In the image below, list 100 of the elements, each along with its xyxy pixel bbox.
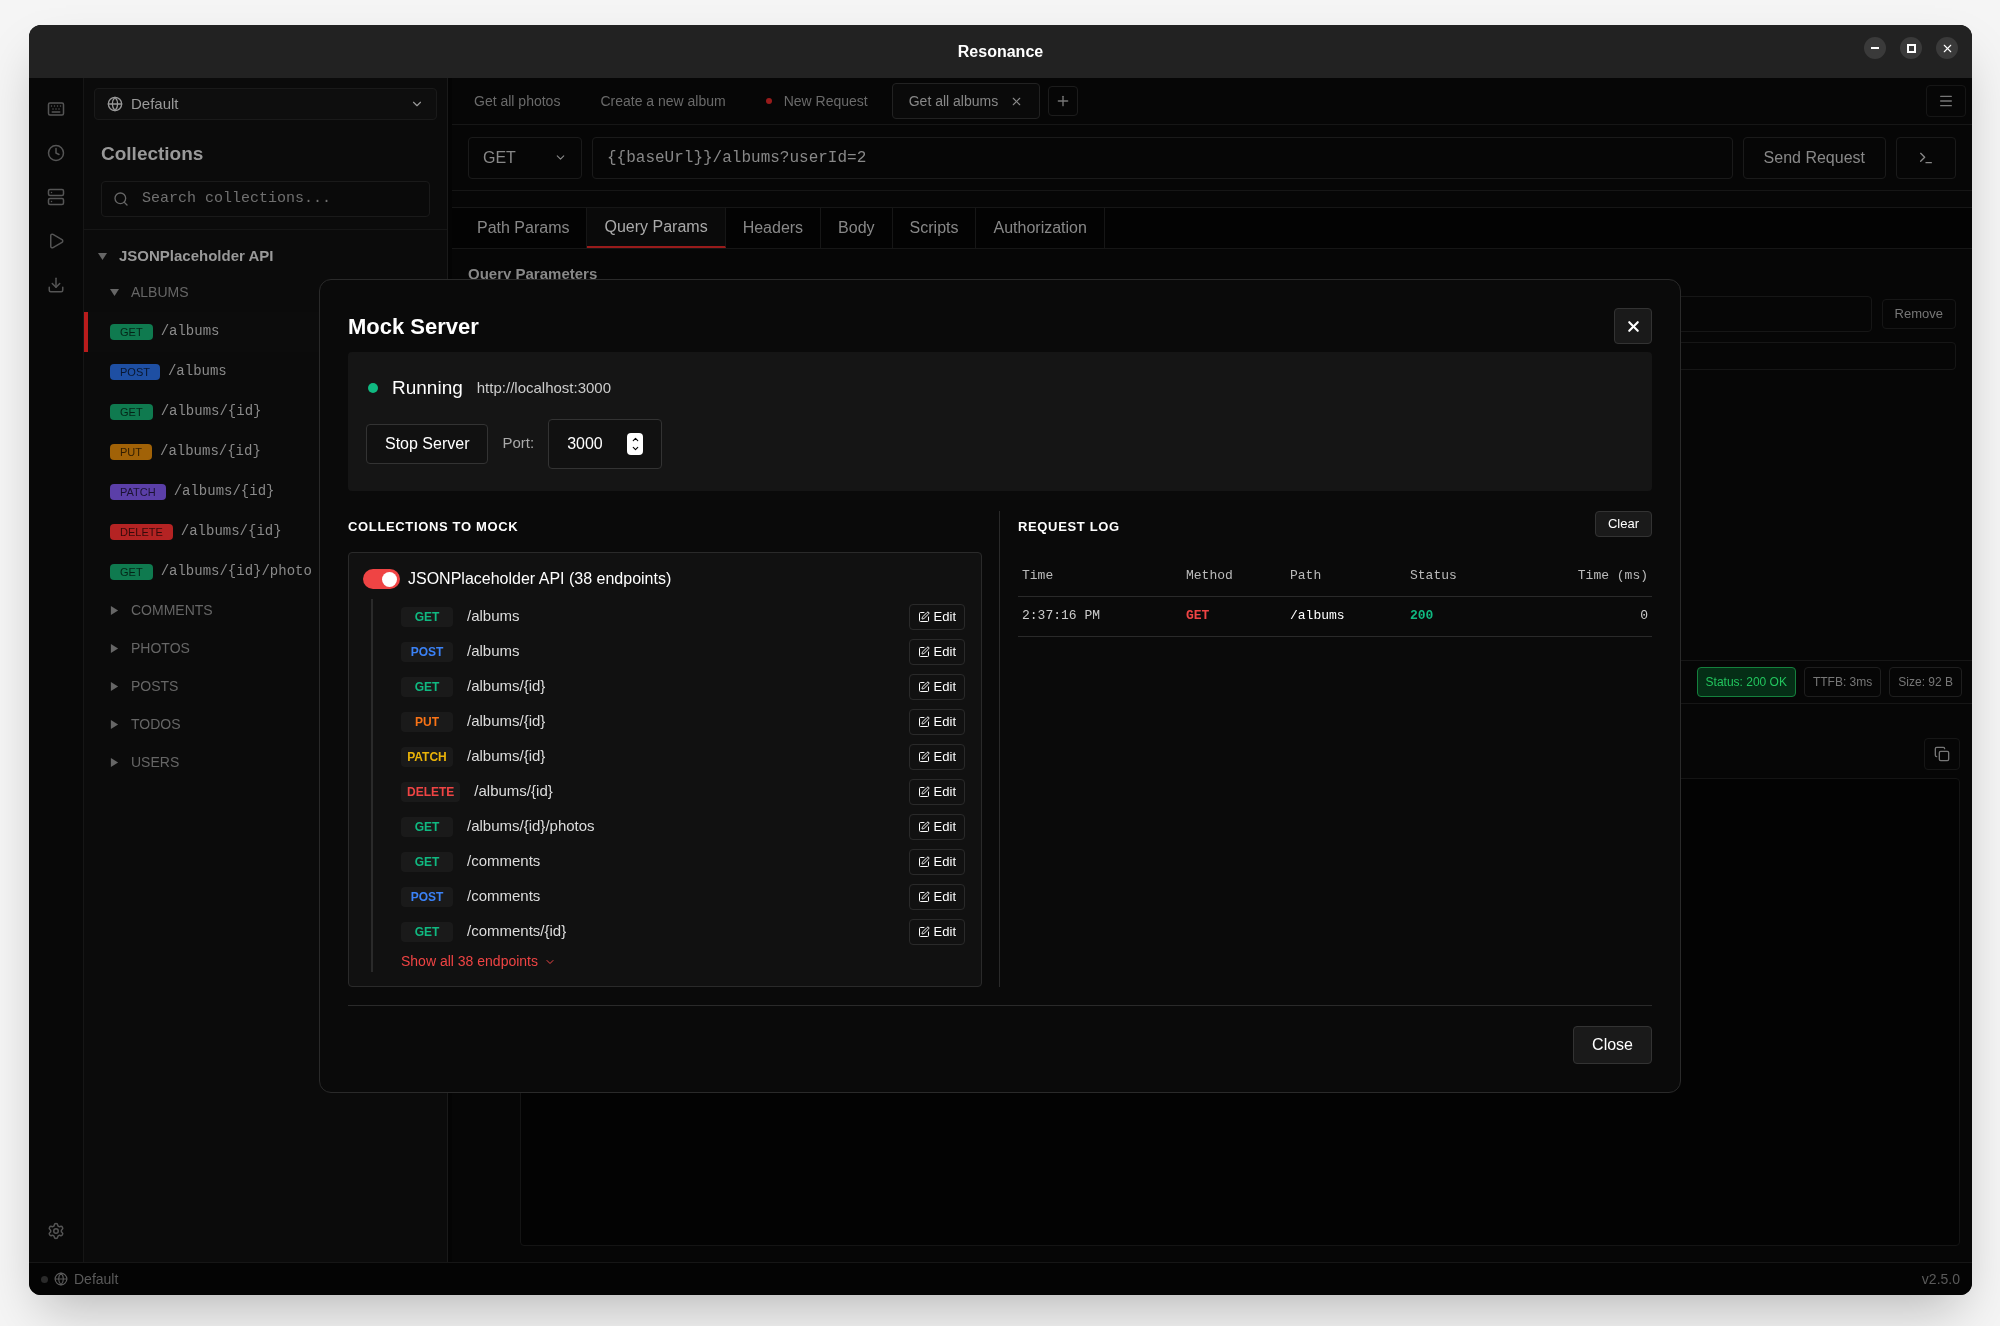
request-tab[interactable]: Create a new album: [584, 83, 742, 119]
column-header: Time: [1022, 567, 1055, 586]
version-label: v2.5.0: [1921, 1269, 1960, 1289]
params-tab[interactable]: Scripts: [892, 208, 977, 248]
edit-button[interactable]: Edit: [908, 918, 965, 945]
minimize-button[interactable]: [1864, 37, 1886, 59]
server-icon[interactable]: [47, 188, 65, 206]
keyboard-icon[interactable]: [47, 100, 65, 118]
play-icon[interactable]: [47, 232, 65, 250]
server-address: http://localhost:3000: [476, 378, 612, 398]
edit-button[interactable]: Edit: [908, 848, 965, 875]
method-badge: GET: [401, 606, 453, 627]
endpoint-path: /albums: [467, 606, 521, 627]
remove-button[interactable]: Remove: [1881, 298, 1956, 329]
spinner-icon[interactable]: [627, 432, 644, 455]
send-request-button[interactable]: Send Request: [1742, 136, 1886, 179]
request-tab[interactable]: New Request: [749, 83, 884, 119]
caret-icon[interactable]: [110, 758, 119, 767]
response-badge: Status: 200 OK: [1696, 666, 1796, 697]
clock-icon[interactable]: [47, 144, 65, 162]
window-title: Resonance: [957, 41, 1044, 62]
edit-button[interactable]: Edit: [908, 813, 965, 840]
edit-icon: [917, 890, 930, 903]
column-header: Status: [1410, 567, 1458, 586]
caret-icon[interactable]: [110, 720, 119, 729]
menu-icon: [1938, 93, 1954, 109]
search-field[interactable]: Search collections...: [101, 180, 430, 217]
search-icon: [113, 190, 129, 207]
copy-button[interactable]: [1924, 737, 1960, 770]
table-cell-text: GET: [1186, 607, 1211, 626]
caret-icon[interactable]: [110, 644, 119, 653]
tree-item[interactable]: PATCH /albums/{id}: [84, 471, 447, 512]
edit-icon: [917, 925, 930, 938]
download-icon[interactable]: [47, 276, 65, 294]
endpoint-path: /albums: [167, 362, 227, 381]
method-select[interactable]: GET: [468, 136, 582, 179]
url-field[interactable]: {{baseUrl}}/albums?userId=2: [592, 136, 1733, 179]
port-field[interactable]: 3000: [548, 418, 663, 469]
close-dialog-button[interactable]: Close: [1573, 1026, 1652, 1064]
stop-server-button[interactable]: Stop Server: [366, 423, 489, 464]
method-badge: DELETE: [110, 523, 173, 540]
edit-button[interactable]: Edit: [908, 603, 965, 630]
toggle-switch[interactable]: [363, 569, 400, 589]
method-badge: PATCH: [110, 483, 166, 500]
caret-icon[interactable]: [110, 682, 119, 691]
response-badge: TTFB: 3ms: [1803, 666, 1882, 697]
method-badge: DELETE: [401, 781, 461, 802]
environment-select[interactable]: Default: [94, 88, 437, 120]
maximize-button[interactable]: [1900, 37, 1922, 59]
show-all-link[interactable]: Show all 38 endpoints: [401, 951, 556, 972]
environment-label: Default: [74, 1269, 119, 1289]
method-badge: GET: [110, 323, 153, 340]
edit-button[interactable]: Edit: [908, 883, 965, 910]
request-tab[interactable]: Get all albums: [891, 83, 1041, 119]
method-badge: PATCH: [401, 746, 453, 767]
params-tab[interactable]: Headers: [725, 208, 822, 248]
edit-icon: [917, 855, 930, 868]
params-tab[interactable]: Authorization: [976, 208, 1105, 248]
params-tab[interactable]: Body: [821, 208, 893, 248]
collection-name: JSONPlaceholder API (38 endpoints): [408, 569, 672, 589]
params-tab[interactable]: Query Params: [587, 208, 726, 248]
table-cell-text: 2:37:16 PM: [1022, 607, 1101, 626]
settings-icon[interactable]: [47, 1222, 65, 1240]
method-badge: GET: [110, 563, 153, 580]
port-label: Port:: [502, 433, 535, 454]
edit-icon: [917, 645, 930, 658]
endpoint-path: /albums/{id}/photos: [467, 816, 596, 837]
close-button[interactable]: [1936, 37, 1958, 59]
endpoint-path: /albums/{id}: [160, 402, 262, 421]
edit-button[interactable]: Edit: [908, 673, 965, 700]
clear-button[interactable]: Clear: [1594, 510, 1652, 537]
globe-icon: [54, 1272, 68, 1286]
new-tab-button[interactable]: [1048, 86, 1079, 116]
tree-item[interactable]: JSONPlaceholder API: [84, 239, 447, 274]
column-header: Path: [1290, 567, 1323, 586]
edit-button[interactable]: Edit: [908, 743, 965, 770]
method-badge: GET: [401, 676, 453, 697]
tree-folder[interactable]: ALBUMS: [84, 273, 447, 312]
endpoint-path: /comments: [467, 851, 542, 872]
close-button[interactable]: [1614, 308, 1652, 344]
menu-button[interactable]: [1926, 85, 1966, 117]
section-heading: REQUEST LOG: [1018, 517, 1120, 536]
section-heading: COLLECTIONS TO MOCK: [348, 517, 520, 536]
endpoint-path: /albums/{id}/photo: [160, 562, 312, 581]
endpoint-path: /albums/{id}: [467, 711, 547, 732]
request-tab[interactable]: Get all photos: [458, 83, 577, 119]
edit-button[interactable]: Edit: [908, 638, 965, 665]
endpoint-path: /albums/{id}: [173, 482, 275, 501]
endpoint-path: /albums/{id}: [160, 442, 261, 461]
method-badge: GET: [401, 921, 453, 942]
copy-icon: [1934, 745, 1950, 762]
globe-icon: [107, 96, 123, 112]
caret-icon[interactable]: [110, 606, 119, 615]
method-badge: GET: [401, 816, 453, 837]
edit-icon: [917, 680, 930, 693]
caret-icon[interactable]: [110, 288, 119, 297]
caret-icon[interactable]: [98, 252, 107, 261]
response-badge: Size: 92 B: [1889, 666, 1962, 697]
edit-button[interactable]: Edit: [908, 708, 965, 735]
edit-button[interactable]: Edit: [908, 778, 965, 805]
